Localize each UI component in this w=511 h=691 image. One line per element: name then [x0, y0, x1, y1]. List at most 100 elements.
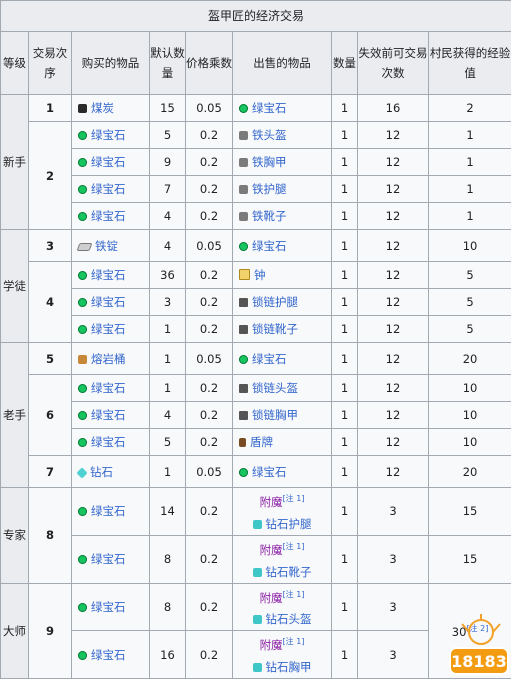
price-mult: 0.2: [185, 175, 233, 203]
table-row: 新手 1 煤炭 15 0.05 绿宝石 1 16 2: [0, 94, 511, 230]
buy-item-link[interactable]: 绿宝石: [91, 408, 126, 422]
qty: 1: [331, 94, 358, 122]
sell-item-link[interactable]: 绿宝石: [252, 465, 287, 479]
qty: 1: [331, 175, 358, 203]
buy-item-link[interactable]: 绿宝石: [91, 295, 126, 309]
max-uses: 12: [357, 315, 429, 343]
buy-item-link[interactable]: 绿宝石: [91, 381, 126, 395]
buy-item-link[interactable]: 绿宝石: [91, 504, 126, 518]
emerald-icon: [239, 241, 248, 251]
sell-item-link[interactable]: 钟: [254, 268, 266, 282]
table-row: 绿宝石 8 0.2 附魔[注 1] 钻石靴子 1 3 15: [1, 534, 511, 584]
buy-item-link[interactable]: 绿宝石: [91, 128, 126, 142]
trade-number: 6: [28, 374, 72, 456]
buy-item-link[interactable]: 绿宝石: [91, 268, 126, 282]
buy-item-link[interactable]: 熔岩桶: [91, 352, 126, 366]
sell-item-link[interactable]: 绿宝石: [252, 352, 287, 366]
villager-xp: 15: [427, 487, 511, 536]
max-uses: 3: [357, 630, 429, 680]
level-journeyman: 老手: [0, 342, 29, 488]
default-qty: 3: [149, 288, 186, 316]
footnote-ref[interactable]: [注 1]: [283, 590, 305, 599]
sell-item-link[interactable]: 绿宝石: [252, 239, 287, 253]
chainmail-boots-icon: [239, 325, 248, 334]
default-qty: 4: [149, 401, 186, 429]
sell-item-link[interactable]: 铁护腿: [252, 182, 287, 196]
sell-item-link[interactable]: 钻石护腿: [266, 517, 312, 531]
sell-item-link[interactable]: 铁胸甲: [252, 155, 287, 169]
buy-item-link[interactable]: 铁锭: [95, 239, 118, 253]
table-row: 绿宝石 4 0.2 锁链胸甲 1 12 10: [1, 401, 511, 429]
enchanted-label[interactable]: 附魔: [260, 543, 283, 557]
buy-item-link[interactable]: 绿宝石: [91, 435, 126, 449]
emerald-icon: [239, 104, 248, 113]
diamond-helmet-icon: [252, 615, 262, 625]
enchanted-label[interactable]: 附魔: [260, 495, 283, 509]
villager-xp: 10: [427, 401, 511, 429]
footnote-ref[interactable]: [注 1]: [283, 494, 305, 503]
trade-number: 2: [28, 121, 72, 230]
price-mult: 0.05: [185, 229, 233, 262]
emerald-icon: [78, 131, 87, 140]
enchanted-label[interactable]: 附魔: [260, 638, 283, 652]
header-qty: 数量: [331, 31, 358, 95]
qty: 1: [331, 121, 358, 149]
sell-item-link[interactable]: 锁链头盔: [252, 381, 298, 395]
default-qty: 7: [149, 175, 186, 203]
emerald-icon: [78, 411, 87, 420]
footnote-ref[interactable]: [注 1]: [283, 542, 305, 551]
buy-item-link[interactable]: 绿宝石: [91, 322, 126, 336]
emerald-icon: [78, 271, 87, 280]
villager-xp: 5: [427, 315, 511, 343]
table-row: 学徒 3 铁锭 4 0.05 绿宝石 1 12 10: [0, 229, 511, 343]
lava-bucket-icon: [78, 354, 87, 364]
footnote-ref[interactable]: [注 1]: [283, 637, 305, 646]
table-row: 大师 9 绿宝石 8 0.2 附魔[注 1] 钻石头盔 1 3 30[注 2]: [0, 582, 511, 680]
default-qty: 5: [149, 121, 186, 149]
sell-item-link[interactable]: 钻石靴子: [266, 565, 312, 579]
iron-leggings-icon: [239, 185, 248, 194]
max-uses: 3: [357, 582, 429, 632]
buy-item-link[interactable]: 煤炭: [91, 101, 114, 115]
buy-item-link[interactable]: 绿宝石: [91, 648, 126, 662]
trade-number: 1: [28, 94, 72, 122]
table-row: 2 绿宝石 5 0.2 铁头盔 1 12 1: [1, 121, 511, 230]
buy-item-link[interactable]: 绿宝石: [91, 552, 126, 566]
buy-item-link[interactable]: 绿宝石: [91, 600, 126, 614]
sell-item-link[interactable]: 锁链胸甲: [252, 408, 298, 422]
sell-item-link[interactable]: 绿宝石: [252, 101, 287, 115]
sell-item-link[interactable]: 盾牌: [250, 435, 273, 449]
enchanted-label[interactable]: 附魔: [260, 590, 283, 604]
sell-item-link[interactable]: 钻石头盔: [266, 612, 312, 626]
emerald-icon: [78, 212, 87, 221]
price-mult: 0.2: [185, 288, 233, 316]
qty: 1: [331, 374, 358, 402]
table-row: 专家 8 绿宝石 14 0.2 附魔[注 1] 钻石护腿 1 3 15: [0, 487, 511, 584]
emerald-icon: [78, 438, 87, 447]
qty: 1: [331, 148, 358, 176]
buy-item-link[interactable]: 绿宝石: [91, 155, 126, 169]
price-mult: 0.2: [185, 121, 233, 149]
buy-item-link[interactable]: 绿宝石: [91, 182, 126, 196]
bell-icon: [239, 269, 250, 280]
trade-number: 8: [28, 487, 72, 584]
sell-item-link[interactable]: 锁链护腿: [252, 295, 298, 309]
emerald-icon: [78, 158, 87, 167]
sell-item-link[interactable]: 铁靴子: [252, 209, 287, 223]
sell-item-link[interactable]: 钻石胸甲: [266, 660, 312, 674]
max-uses: 12: [357, 202, 429, 230]
max-uses: 12: [357, 121, 429, 149]
max-uses: 3: [357, 487, 429, 536]
price-mult: 0.05: [185, 94, 233, 122]
default-qty: 1: [149, 374, 186, 402]
level-novice: 新手: [0, 94, 29, 230]
default-qty: 16: [149, 630, 186, 680]
max-uses: 12: [357, 229, 429, 262]
buy-item-link[interactable]: 钻石: [90, 465, 113, 479]
sell-item-link[interactable]: 铁头盔: [252, 128, 287, 142]
sell-item-link[interactable]: 锁链靴子: [252, 322, 298, 336]
buy-item-link[interactable]: 绿宝石: [91, 209, 126, 223]
qty: 1: [331, 342, 358, 375]
villager-xp: 2: [427, 94, 511, 122]
max-uses: 12: [357, 455, 429, 488]
